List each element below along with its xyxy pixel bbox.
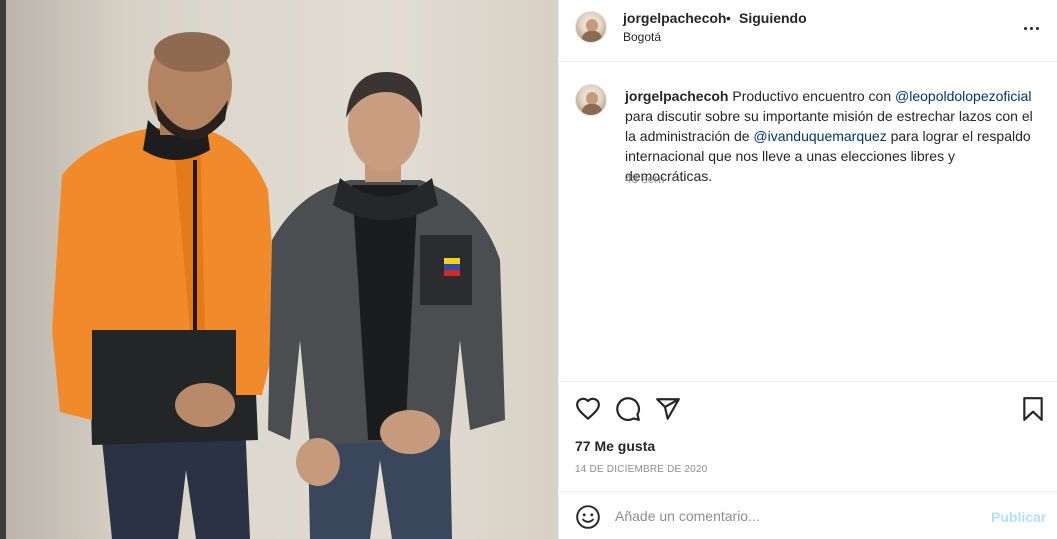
ellipsis-icon — [1023, 26, 1027, 30]
speech-bubble-icon[interactable] — [615, 396, 641, 422]
caption-time-ago[interactable]: 48 sem — [625, 172, 664, 186]
comment-bar: Publicar — [559, 491, 1057, 539]
likes-count[interactable]: 77 Me gusta — [575, 438, 655, 454]
author-username[interactable]: jorgelpacheсoh — [623, 10, 726, 26]
mention-link[interactable]: @ivanduquemarquez — [753, 128, 886, 144]
post-details-panel: jorgelpacheсoh • Siguiendo Bogotá jorgel… — [558, 0, 1057, 539]
caption-text-part: Productivo encuentro con — [728, 88, 896, 104]
photo-illustration — [52, 32, 505, 539]
author-avatar[interactable] — [575, 11, 607, 43]
person-grey-jacket — [268, 72, 505, 539]
post-location[interactable]: Bogotá — [623, 30, 661, 44]
comment-input[interactable] — [615, 502, 975, 530]
post-actions: 77 Me gusta 14 DE DICIEMBRE DE 2020 — [559, 381, 1057, 491]
following-button[interactable]: Siguiendo — [739, 10, 807, 26]
paper-plane-icon[interactable] — [655, 396, 681, 422]
person-orange-jacket — [52, 32, 278, 539]
smiley-icon[interactable] — [575, 504, 601, 530]
caption-author-avatar[interactable] — [575, 84, 607, 116]
post-caption: jorgelpachecoh Productivo encuentro con … — [625, 86, 1045, 186]
heart-icon[interactable] — [575, 396, 601, 422]
caption-username[interactable]: jorgelpachecoh — [625, 88, 728, 104]
post-photo[interactable] — [0, 0, 558, 539]
caption-area: jorgelpachecoh Productivo encuentro con … — [559, 63, 1057, 381]
header-separator: • — [726, 10, 731, 26]
mention-link[interactable]: @leopoldolopezoficial — [895, 88, 1031, 104]
post-header: jorgelpacheсoh • Siguiendo Bogotá — [559, 0, 1057, 62]
post-date[interactable]: 14 DE DICIEMBRE DE 2020 — [575, 464, 707, 475]
publish-button[interactable]: Publicar — [991, 509, 1046, 525]
bookmark-icon[interactable] — [1020, 396, 1046, 422]
more-options-button[interactable] — [1019, 16, 1043, 40]
